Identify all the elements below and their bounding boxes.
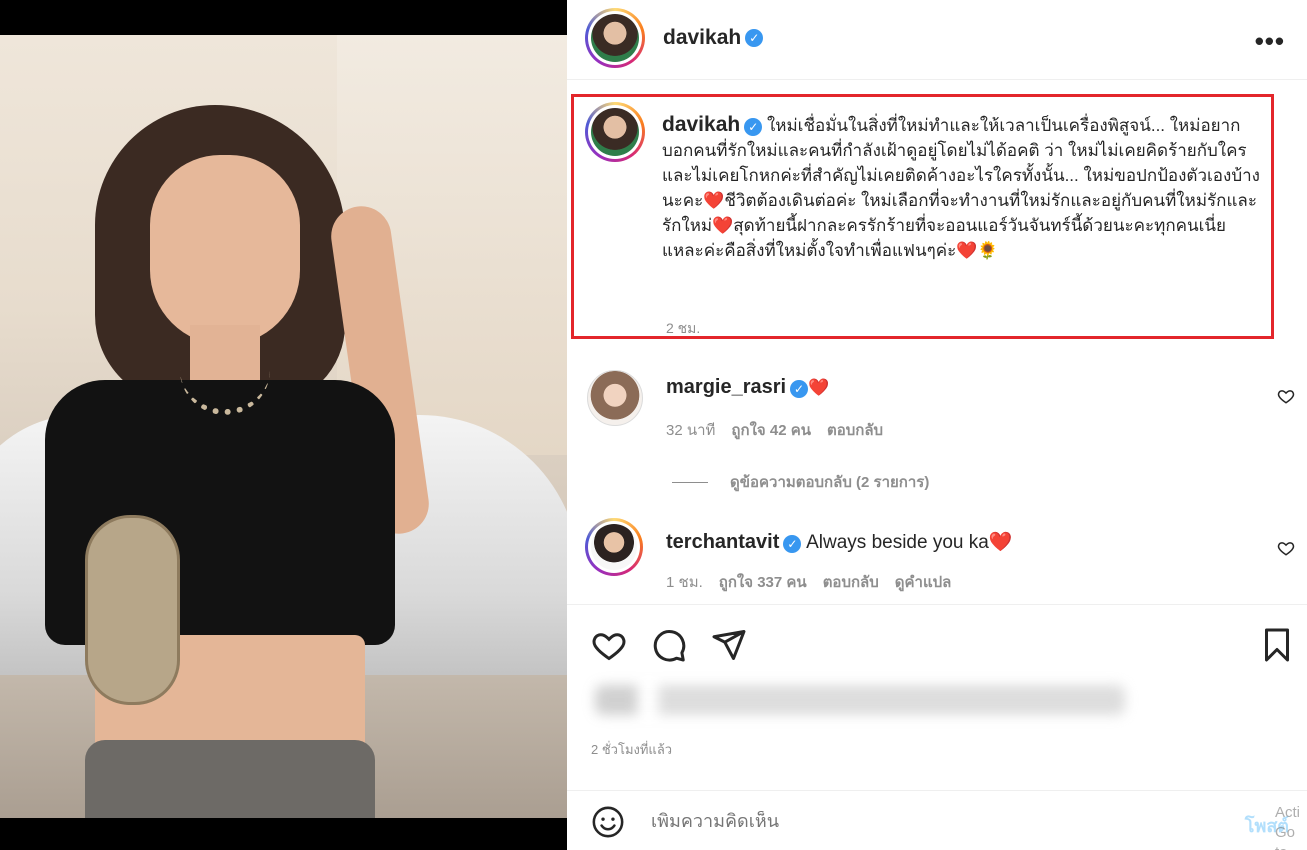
comment-bar: โพสต์ Acti Go to: [567, 790, 1307, 850]
comment-like-heart-icon[interactable]: [1277, 539, 1295, 557]
comment-username[interactable]: margie_rasri: [666, 376, 786, 398]
replies-divider: [672, 481, 708, 483]
comment-username[interactable]: terchantavit: [666, 531, 779, 553]
translate-button[interactable]: ดูคำแปล: [895, 570, 952, 594]
comment-body: Always beside you ka❤️: [806, 532, 1013, 553]
emoji-icon[interactable]: [591, 805, 625, 839]
post-header: davikah ✓ •••: [567, 0, 1307, 80]
more-icon[interactable]: •••: [1255, 26, 1285, 57]
likes-summary-blurred: [595, 685, 1125, 715]
os-watermark: Acti Go to: [1275, 804, 1301, 850]
heart-icon[interactable]: [591, 627, 627, 663]
comment-time[interactable]: 32 นาที: [666, 418, 715, 442]
caption-username[interactable]: davikah: [662, 113, 740, 136]
comment-like-heart-icon[interactable]: [1277, 387, 1295, 405]
comment-1: margie_rasri ✓ ❤️: [666, 376, 829, 399]
caption-body: ใหม่เชื่อมั่นในสิ่งที่ใหม่ทำและให้เวลาเป…: [662, 116, 1260, 260]
author-avatar[interactable]: [585, 8, 645, 68]
comment-suffix: ❤️: [808, 378, 830, 397]
author-username-text[interactable]: davikah: [663, 26, 741, 49]
reply-button[interactable]: ตอบกลับ: [827, 418, 883, 442]
comment-icon[interactable]: [651, 627, 687, 663]
commenter-avatar[interactable]: [585, 518, 643, 576]
bookmark-icon[interactable]: [1259, 627, 1295, 663]
post-caption: davikah ✓ ใหม่เชื่อมั่นในสิ่งที่ใหม่ทำและ…: [662, 112, 1262, 263]
post-timestamp[interactable]: 2 ชั่วโมงที่แล้ว: [591, 739, 672, 760]
comment-2: terchantavit ✓ Always beside you ka❤️: [666, 530, 1012, 554]
view-replies[interactable]: ดูข้อความตอบกลับ (2 รายการ): [672, 470, 929, 494]
post-media: [0, 0, 567, 850]
post-panel: davikah ✓ ••• davikah ✓ ใหม่เชื่อมั่นในสิ่…: [567, 0, 1307, 850]
photo-pants: [85, 740, 375, 818]
comment-1-meta: 32 นาที ถูกใจ 42 คน ตอบกลับ: [666, 418, 883, 442]
photo-bag: [85, 515, 180, 705]
comment-time[interactable]: 1 ชม.: [666, 570, 703, 594]
verified-icon: ✓: [744, 117, 763, 136]
commenter-avatar[interactable]: [587, 370, 643, 426]
caption-timestamp[interactable]: 2 ชม.: [666, 318, 700, 340]
author-username[interactable]: davikah ✓: [663, 26, 764, 50]
comment-likes[interactable]: ถูกใจ 337 คน: [719, 570, 807, 594]
verified-icon: ✓: [745, 29, 764, 48]
verified-icon: ✓: [783, 534, 802, 553]
verified-icon: ✓: [790, 379, 809, 398]
comment-2-meta: 1 ชม. ถูกใจ 337 คน ตอบกลับ ดูคำแปล: [666, 570, 951, 594]
comment-likes[interactable]: ถูกใจ 42 คน: [731, 418, 811, 442]
reply-button[interactable]: ตอบกลับ: [823, 570, 879, 594]
photo-face: [150, 155, 300, 345]
action-bar: 2 ชั่วโมงที่แล้ว: [567, 604, 1307, 757]
view-replies-label[interactable]: ดูข้อความตอบกลับ (2 รายการ): [730, 470, 929, 494]
caption-avatar[interactable]: [585, 102, 645, 162]
post-photo[interactable]: [0, 35, 567, 818]
comment-input[interactable]: [651, 811, 1211, 832]
share-icon[interactable]: [711, 627, 747, 663]
